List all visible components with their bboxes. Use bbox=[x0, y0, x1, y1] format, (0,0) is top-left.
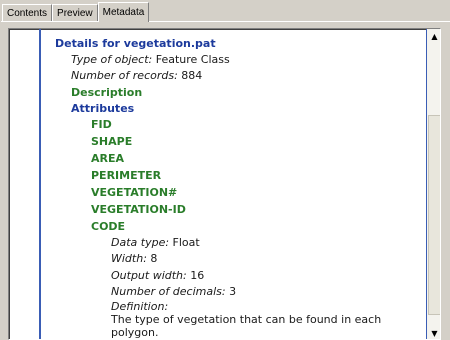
data-type-value: Float bbox=[172, 236, 200, 249]
attribute-code[interactable]: CODE bbox=[91, 220, 125, 234]
output-width-row: Output width: 16 bbox=[111, 269, 204, 283]
tab-contents[interactable]: Contents bbox=[2, 4, 53, 22]
attribute-perimeter[interactable]: PERIMETER bbox=[91, 169, 161, 183]
type-of-object-row: Type of object: Feature Class bbox=[71, 53, 230, 67]
tab-preview[interactable]: Preview bbox=[52, 4, 98, 22]
width-label: Width: bbox=[111, 252, 147, 265]
attribute-vegetation-num[interactable]: VEGETATION# bbox=[91, 186, 177, 200]
metadata-panel: Details for vegetation.pat Type of objec… bbox=[1, 21, 450, 340]
number-of-decimals-value: 3 bbox=[229, 285, 237, 298]
left-gutter-line bbox=[39, 29, 41, 339]
width-value: 8 bbox=[150, 252, 158, 265]
width-row: Width: 8 bbox=[111, 252, 157, 266]
attributes-heading[interactable]: Attributes bbox=[71, 102, 134, 116]
definition-label: Definition: bbox=[111, 300, 169, 313]
output-width-label: Output width: bbox=[111, 269, 187, 282]
number-of-records-value: 884 bbox=[181, 69, 203, 82]
details-title: Details for vegetation.pat bbox=[55, 37, 216, 50]
number-of-decimals-label: Number of decimals: bbox=[111, 285, 226, 298]
type-of-object-label: Type of object: bbox=[71, 53, 153, 66]
number-of-decimals-row: Number of decimals: 3 bbox=[111, 285, 236, 299]
attribute-vegetation-id[interactable]: VEGETATION-ID bbox=[91, 203, 186, 217]
attribute-shape[interactable]: SHAPE bbox=[91, 135, 132, 149]
attribute-area[interactable]: AREA bbox=[91, 152, 124, 166]
tab-strip: Contents Preview Metadata bbox=[0, 0, 450, 22]
definition-text-line-2: polygon. bbox=[111, 326, 159, 339]
scroll-down-arrow-icon[interactable]: ▼ bbox=[427, 326, 440, 339]
output-width-value: 16 bbox=[190, 269, 205, 282]
number-of-records-row: Number of records: 884 bbox=[71, 69, 202, 83]
data-type-row: Data type: Float bbox=[111, 236, 200, 250]
tab-metadata[interactable]: Metadata bbox=[97, 2, 150, 22]
type-of-object-value: Feature Class bbox=[155, 53, 230, 66]
number-of-records-label: Number of records: bbox=[71, 69, 178, 82]
vertical-scrollbar[interactable]: ▲ ▼ bbox=[426, 29, 440, 339]
definition-text-line-1: The type of vegetation that can be found… bbox=[111, 313, 382, 326]
data-type-label: Data type: bbox=[111, 236, 170, 249]
description-heading[interactable]: Description bbox=[71, 86, 142, 100]
attribute-fid[interactable]: FID bbox=[91, 118, 112, 132]
metadata-view: Details for vegetation.pat Type of objec… bbox=[8, 28, 441, 340]
scrollbar-thumb[interactable] bbox=[428, 115, 440, 315]
scroll-up-arrow-icon[interactable]: ▲ bbox=[427, 29, 440, 44]
